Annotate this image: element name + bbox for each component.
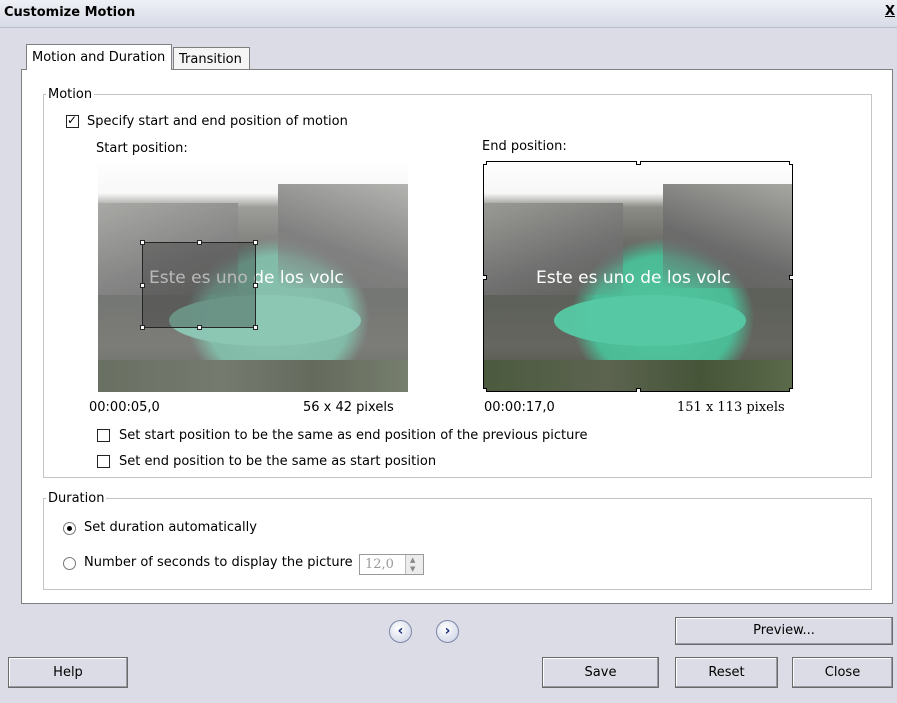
duration-manual-radio[interactable] bbox=[63, 557, 76, 570]
end-size: 151 x 113 pixels bbox=[677, 400, 785, 415]
resize-handle[interactable] bbox=[197, 325, 202, 330]
resize-handle[interactable] bbox=[140, 240, 145, 245]
duration-group-label: Duration bbox=[48, 491, 105, 506]
same-as-start-checkbox[interactable] bbox=[97, 455, 110, 468]
preview-button[interactable]: Preview... bbox=[675, 617, 893, 645]
same-as-previous-label: Set start position to be the same as end… bbox=[119, 428, 588, 443]
duration-auto-label: Set duration automatically bbox=[84, 520, 257, 535]
resize-handle[interactable] bbox=[483, 275, 487, 280]
close-icon[interactable]: X bbox=[885, 4, 895, 19]
save-button[interactable]: Save bbox=[542, 657, 659, 688]
end-time: 00:00:17,0 bbox=[484, 400, 555, 415]
resize-handle[interactable] bbox=[140, 325, 145, 330]
resize-handle[interactable] bbox=[636, 388, 641, 392]
start-position-label: Start position: bbox=[96, 141, 188, 156]
start-position-preview[interactable]: Este es uno de los volc bbox=[98, 161, 408, 392]
resize-handle[interactable] bbox=[483, 161, 487, 165]
end-position-preview[interactable]: Este es uno de los volc bbox=[483, 161, 793, 392]
start-size: 56 x 42 pixels bbox=[303, 400, 394, 415]
resize-handle[interactable] bbox=[789, 275, 793, 280]
start-selection-rect[interactable] bbox=[140, 240, 258, 330]
stepper-arrows[interactable]: ▲ ▼ bbox=[405, 555, 423, 574]
end-selection-rect[interactable] bbox=[483, 161, 793, 392]
duration-group: Duration bbox=[43, 491, 872, 590]
reset-button[interactable]: Reset bbox=[675, 657, 778, 688]
resize-handle[interactable] bbox=[197, 240, 202, 245]
same-as-start-label: Set end position to be the same as start… bbox=[119, 454, 437, 469]
end-position-label: End position: bbox=[482, 139, 567, 154]
title-bar: Customize Motion X bbox=[0, 0, 897, 28]
resize-handle[interactable] bbox=[636, 161, 641, 165]
duration-manual-label: Number of seconds to display the picture bbox=[84, 555, 353, 570]
resize-handle[interactable] bbox=[253, 240, 258, 245]
chevron-right-icon: › bbox=[444, 623, 451, 639]
resize-handle[interactable] bbox=[483, 388, 487, 392]
stepper-up-icon[interactable]: ▲ bbox=[410, 556, 415, 564]
specify-motion-checkbox[interactable] bbox=[66, 113, 79, 128]
resize-handle[interactable] bbox=[140, 283, 145, 288]
resize-handle[interactable] bbox=[789, 161, 793, 165]
tab-transition[interactable]: Transition bbox=[173, 47, 250, 70]
duration-seconds-value: 12,0 bbox=[365, 557, 394, 572]
start-time: 00:00:05,0 bbox=[89, 400, 160, 415]
duration-auto-radio[interactable] bbox=[63, 522, 76, 535]
help-button[interactable]: Help bbox=[8, 657, 128, 688]
resize-handle[interactable] bbox=[253, 325, 258, 330]
previous-picture-button[interactable]: ‹ bbox=[389, 620, 412, 643]
duration-seconds-stepper[interactable]: 12,0 ▲ ▼ bbox=[359, 554, 424, 575]
tab-motion-and-duration[interactable]: Motion and Duration bbox=[26, 44, 172, 70]
close-button[interactable]: Close bbox=[792, 657, 893, 688]
resize-handle[interactable] bbox=[789, 388, 793, 392]
stepper-down-icon[interactable]: ▼ bbox=[410, 565, 415, 573]
next-picture-button[interactable]: › bbox=[436, 620, 459, 643]
specify-motion-label: Specify start and end position of motion bbox=[87, 114, 348, 129]
motion-group-label: Motion bbox=[48, 87, 93, 102]
resize-handle[interactable] bbox=[253, 283, 258, 288]
same-as-previous-checkbox[interactable] bbox=[97, 429, 110, 442]
window-title: Customize Motion bbox=[4, 5, 136, 20]
tab-panel: Motion Specify start and end position of… bbox=[21, 69, 893, 604]
chevron-left-icon: ‹ bbox=[397, 623, 404, 639]
